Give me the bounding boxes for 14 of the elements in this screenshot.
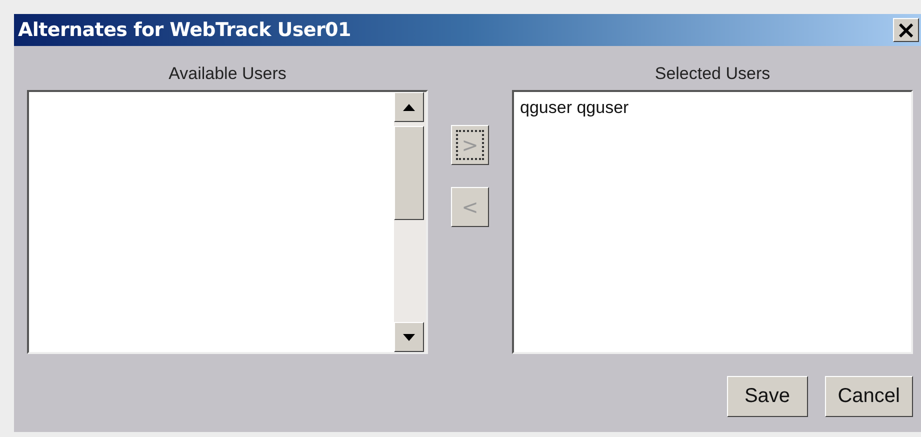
- scroll-up-button[interactable]: [394, 92, 424, 122]
- scroll-thumb[interactable]: [394, 126, 424, 220]
- list-heading: Selected Users: [654, 63, 770, 85]
- up-arrow-icon: [403, 104, 415, 110]
- scrollbar[interactable]: [394, 92, 426, 352]
- close-button[interactable]: ×: [893, 18, 919, 42]
- window-title: Alternates for WebTrack User01: [18, 19, 351, 41]
- scroll-down-button[interactable]: [394, 322, 424, 352]
- selected-users-list[interactable]: qguser qguser: [512, 90, 913, 354]
- list-heading: Available Users: [168, 63, 286, 85]
- down-arrow-icon: [403, 334, 415, 340]
- save-button[interactable]: Save: [726, 376, 808, 417]
- cancel-button[interactable]: Cancel: [824, 376, 913, 417]
- user-item[interactable]: qguser qguser: [520, 98, 629, 118]
